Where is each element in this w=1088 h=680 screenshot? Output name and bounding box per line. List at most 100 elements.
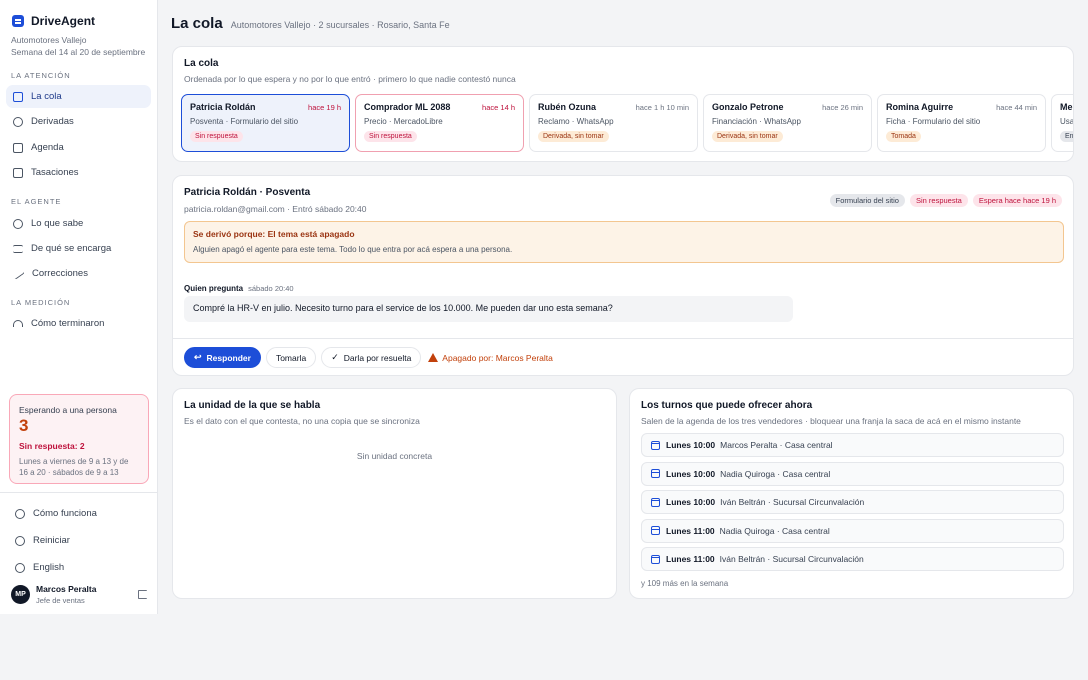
- slots-title: Los turnos que puede ofrecer ahora: [641, 400, 813, 411]
- sidebar-item-correcciones[interactable]: Correcciones: [6, 262, 151, 285]
- user-forward-icon: [13, 116, 23, 127]
- queue-item-meta: Precio · MercadoLibre: [364, 117, 443, 126]
- language-link[interactable]: English: [15, 562, 64, 573]
- queue-item[interactable]: Gonzalo Petrone hace 26 min Financiación …: [703, 94, 872, 152]
- business-hours: Lunes a viernes de 9 a 13 y de 16 a 20 ·…: [19, 457, 129, 477]
- queue-item[interactable]: Patricia Roldán hace 19 h Posventa · Form…: [181, 94, 350, 152]
- refresh-icon: [15, 535, 25, 546]
- channel-badge: Formulario del sitio: [829, 194, 905, 207]
- slot-item[interactable]: Lunes 11:00 Iván Beltrán · Sucursal Circu…: [641, 547, 1064, 572]
- message-timestamp: sábado 20:40: [248, 284, 294, 293]
- conversation-subtitle: patricia.roldan@gmail.com · Entró sábado…: [184, 204, 367, 214]
- message-bubble: Compré la HR-V en julio. Necesito turno …: [184, 296, 793, 322]
- inbox-icon: [13, 91, 23, 102]
- status-badge: Derivada, sin tomar: [712, 131, 783, 142]
- queue-item-time: hace 19 h: [308, 102, 341, 112]
- slot-detail: Marcos Peralta · Casa central: [720, 440, 833, 450]
- reply-label: Responder: [206, 352, 251, 363]
- wait-time-badge: Espera hace hace 19 h: [972, 194, 1062, 207]
- user-role: Jefe de ventas: [36, 596, 85, 605]
- logout-icon[interactable]: [138, 590, 147, 599]
- agent-off-note: Apagado por: Marcos Peralta: [428, 353, 553, 363]
- user-profile: MP Marcos Peralta Jefe de ventas: [11, 584, 147, 605]
- sidebar-item-agenda[interactable]: Agenda: [6, 136, 151, 159]
- sidebar-item-lo-que-sabe[interactable]: Lo que sabe: [6, 212, 151, 235]
- sidebar-item-label: La cola: [31, 91, 62, 102]
- sidebar-item-label: Lo que sabe: [31, 218, 84, 229]
- slot-detail: Iván Beltrán · Sucursal Circunvalación: [719, 554, 864, 565]
- queue-item-name: Rubén Ozuna: [538, 102, 596, 112]
- sidebar-item-derivadas[interactable]: Derivadas: [6, 110, 151, 133]
- sidebar-item-tasaciones[interactable]: Tasaciones: [6, 161, 151, 184]
- queue-item-name: Patricia Roldán: [190, 102, 256, 112]
- brand-name: DriveAgent: [31, 14, 96, 28]
- how-it-works-link[interactable]: Cómo funciona: [15, 508, 97, 519]
- conversation-title: Patricia Roldán · Posventa: [184, 187, 311, 198]
- brand: DriveAgent: [0, 0, 157, 28]
- status-badge: Sin respuesta: [909, 194, 968, 207]
- vehicle-unit-card: La unidad de la que se habla Es el dato …: [172, 388, 617, 599]
- restart-link[interactable]: Reiniciar: [15, 535, 70, 546]
- message-header: Quien pregunta sábado 20:40: [184, 284, 294, 293]
- waiting-count: 3: [19, 416, 29, 435]
- calendar-icon: [651, 554, 660, 564]
- reply-button[interactable]: ↩ Responder: [184, 347, 261, 368]
- queue-item[interactable]: Comprador ML 2088 hace 14 h Precio · Merc…: [355, 94, 524, 152]
- calendar-icon: [651, 440, 660, 450]
- sidebar-item-como-terminaron[interactable]: Cómo terminaron: [6, 312, 151, 335]
- queue-item[interactable]: Romina Aguirre hace 44 min Ficha · Formul…: [877, 94, 1046, 152]
- slot-detail: Nadia Quiroga · Casa central: [719, 525, 830, 536]
- slot-item[interactable]: Lunes 10:00 Marcos Peralta · Casa central: [641, 433, 1064, 457]
- queue-item[interactable]: Mel Usad En: [1051, 94, 1074, 152]
- sidebar-item-label: Correcciones: [32, 268, 88, 279]
- queue-item-time: hace 44 min: [996, 102, 1037, 112]
- unit-empty-state: Sin unidad concreta: [356, 451, 433, 461]
- sidebar-item-label: De qué se encarga: [31, 243, 112, 254]
- section-label-atencion: La atención: [11, 71, 71, 80]
- resolve-label: Darla por resuelta: [343, 352, 412, 363]
- sidebar-item-label: Cómo terminaron: [31, 318, 105, 329]
- available-slots-card: Los turnos que puede ofrecer ahora Salen…: [629, 388, 1074, 599]
- sidebar-item-de-que-se-encarga[interactable]: De qué se encarga: [6, 237, 151, 260]
- queue-item-name: Mel: [1060, 102, 1074, 112]
- reply-arrow-icon: ↩: [194, 352, 202, 362]
- week-range: Semana del 14 al 20 de septiembre: [11, 47, 146, 57]
- sidebar-item-label: Agenda: [31, 142, 64, 153]
- sidebar-item-la-cola[interactable]: La cola: [6, 85, 151, 108]
- conversation-actions: ↩ Responder Tomarla ✓ Darla por resuelta A…: [184, 347, 553, 368]
- slot-item[interactable]: Lunes 10:00 Nadia Quiroga · Casa central: [641, 461, 1064, 486]
- queue-list: Patricia Roldán hace 19 h Posventa · Form…: [181, 94, 1074, 152]
- section-label-agente: El agente: [11, 197, 62, 206]
- slot-detail: Nadia Quiroga · Casa central: [720, 468, 831, 479]
- slot-item[interactable]: Lunes 10:00 Iván Beltrán · Sucursal Circu…: [641, 490, 1064, 515]
- queue-item-name: Gonzalo Petrone: [712, 102, 784, 112]
- queue-item-time: hace 1 h 10 min: [635, 102, 689, 112]
- user-name: Marcos Peralta: [36, 584, 97, 594]
- sidebar-item-label: Derivadas: [31, 116, 74, 127]
- take-button[interactable]: Tomarla: [265, 347, 317, 368]
- sidebar-item-label: Tasaciones: [31, 167, 79, 178]
- account-name: Automotores Vallejo: [11, 35, 87, 45]
- divider: [173, 338, 1073, 339]
- slot-time: Lunes 10:00: [666, 440, 716, 450]
- calendar-icon: [651, 497, 660, 507]
- unit-title: La unidad de la que se habla: [184, 400, 321, 411]
- waiting-unanswered: Sin respuesta: 2: [19, 441, 85, 451]
- slots-more: y 109 más en la semana: [641, 579, 729, 588]
- resolve-button[interactable]: ✓ Darla por resuelta: [321, 347, 422, 368]
- slots-subtitle: Salen de la agenda de los tres vendedore…: [641, 416, 1021, 426]
- restart-label: Reiniciar: [33, 535, 70, 546]
- page-title: La cola: [171, 15, 223, 32]
- slot-item[interactable]: Lunes 11:00 Nadia Quiroga · Casa central: [641, 518, 1064, 543]
- page-header: La cola Automotores Vallejo · 2 sucursal…: [171, 15, 450, 32]
- queue-item[interactable]: Rubén Ozuna hace 1 h 10 min Reclamo · Wha…: [529, 94, 698, 152]
- gauge-icon: [13, 320, 23, 327]
- agent-off-label: Apagado por: Marcos Peralta: [442, 352, 553, 363]
- slot-time: Lunes 11:00: [666, 554, 715, 565]
- status-badge: Derivada, sin tomar: [538, 131, 609, 142]
- status-badge: Sin respuesta: [190, 131, 243, 142]
- chat-logo-icon: [12, 15, 24, 27]
- brand-subtitle: Automotores Vallejo Semana del 14 al 20 …: [0, 28, 157, 58]
- queue-item-time: hace 26 min: [822, 102, 863, 112]
- queue-item-meta: Financiación · WhatsApp: [712, 117, 801, 126]
